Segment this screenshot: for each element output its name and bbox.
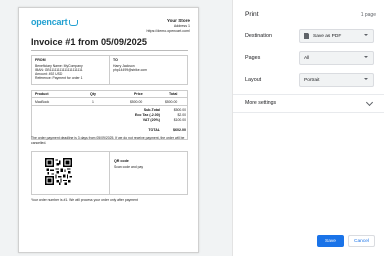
col-header-qty: Qty	[90, 92, 96, 96]
col-header-total: Total	[169, 92, 178, 96]
layout-label: Layout	[245, 77, 262, 83]
qr-code-image	[45, 158, 72, 185]
pages-label: Pages	[245, 55, 261, 61]
pages-select[interactable]: All	[299, 51, 374, 65]
pages-value: All	[304, 55, 310, 61]
page-count: 1 page	[360, 12, 376, 18]
more-settings-divider	[233, 112, 384, 113]
store-name: Your Store	[166, 18, 190, 23]
table-row-rule	[31, 105, 188, 106]
to-line: php14499@strike.com	[113, 68, 147, 72]
totals-value: $100.00	[173, 118, 186, 122]
settings-divider	[233, 94, 384, 95]
col-header-price: Price	[134, 92, 143, 96]
from-line: Reference: Payment for order 1	[35, 76, 83, 80]
to-label: TO	[113, 58, 118, 62]
totals-label: Sub-Total	[143, 108, 160, 112]
totals-label: VAT (20%)	[142, 118, 160, 122]
totals-value: $2.00	[177, 113, 187, 117]
layout-value: Portrait	[304, 77, 320, 83]
expand-chevron-icon[interactable]	[365, 98, 374, 107]
destination-value: Save as PDF	[313, 33, 342, 39]
col-header-product: Product	[35, 92, 49, 96]
save-button[interactable]: Save	[317, 235, 344, 247]
print-title: Print	[245, 11, 259, 18]
row-price: $500.00	[130, 100, 143, 104]
deadline-note: The order payment deadline is 3 days fro…	[31, 136, 185, 145]
print-preview-area: opencart Your Store Address 1 https://de…	[0, 0, 233, 256]
grand-total-label: TOTAL	[148, 128, 160, 132]
from-label: FROM	[35, 58, 46, 62]
opencart-logo: opencart	[31, 17, 79, 27]
table-header-rule	[31, 97, 188, 98]
chevron-down-icon	[364, 34, 368, 36]
logo-text: opencart	[31, 17, 68, 27]
destination-label: Destination	[245, 33, 272, 39]
more-settings-toggle[interactable]: More settings	[245, 100, 276, 106]
grand-total-value: $602.00	[173, 128, 186, 132]
store-url: https://demo.opencart.com/	[146, 29, 190, 33]
qr-divider	[109, 151, 110, 195]
row-total: $500.00	[165, 100, 178, 104]
footer-note: Your order number is #1. We will process…	[31, 198, 138, 202]
title-divider	[31, 50, 188, 51]
pdf-file-icon	[304, 33, 309, 39]
layout-select[interactable]: Portrait	[299, 73, 374, 87]
invoice-title: Invoice #1 from 05/09/2025	[31, 37, 147, 47]
totals-value: $500.00	[173, 108, 186, 112]
cart-icon	[69, 19, 79, 26]
destination-select[interactable]: Save as PDF	[299, 29, 374, 43]
from-to-divider	[109, 55, 110, 85]
cancel-button[interactable]: Cancel	[348, 235, 375, 247]
invoice-page: opencart Your Store Address 1 https://de…	[18, 7, 199, 253]
qr-text: Scan code and pay	[114, 165, 144, 169]
qr-title: QR code	[114, 159, 129, 163]
totals-label: Eco Tax (-2.00)	[134, 113, 160, 117]
row-product: MacBook	[35, 100, 50, 104]
print-settings-panel: Print 1 page Destination Save as PDF Pag…	[233, 0, 384, 256]
row-qty: 1	[92, 100, 94, 104]
store-address: Address 1	[173, 24, 190, 28]
chevron-down-icon	[364, 56, 368, 58]
chevron-down-icon	[364, 78, 368, 80]
